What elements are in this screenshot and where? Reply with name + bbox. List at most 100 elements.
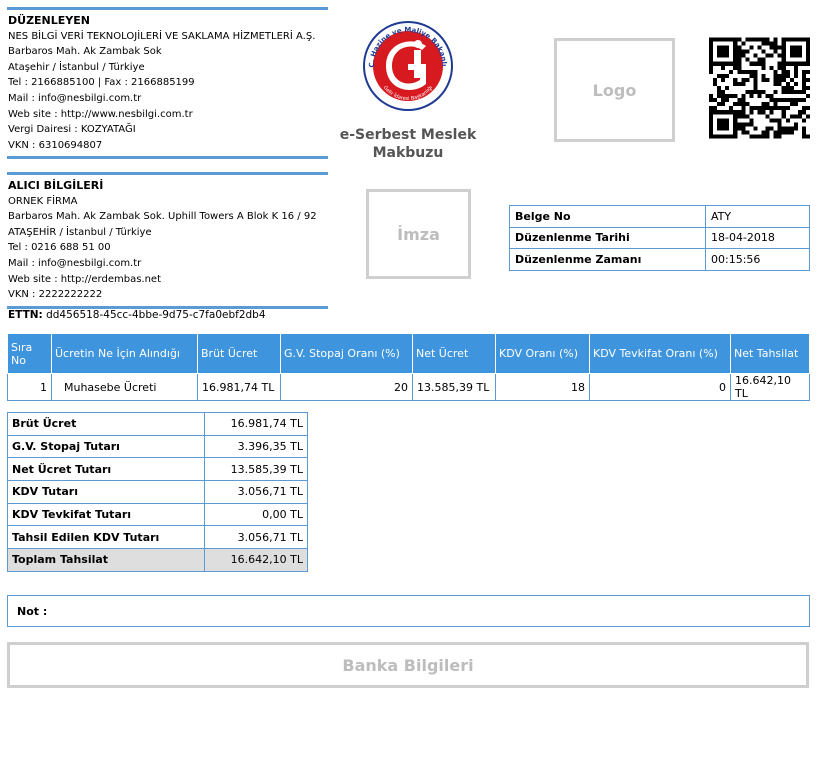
totals-value: 16.981,74 TL [204, 412, 308, 436]
totals-label: Tahsil Edilen KDV Tutarı [7, 525, 205, 550]
qr-module [721, 37, 726, 42]
meta-label: Düzenlenme Zamanı [509, 248, 706, 271]
qr-module [769, 98, 774, 103]
qr-module [801, 90, 806, 95]
qr-module [793, 102, 798, 107]
qr-module [733, 114, 738, 119]
seller-line: Web site : http://www.nesbilgi.com.tr [8, 108, 193, 120]
qr-module [749, 73, 754, 78]
qr-module [781, 57, 786, 62]
qr-module [773, 45, 778, 50]
seller-line: Barbaros Mah. Ak Zambak Sok [8, 46, 162, 58]
ettn-label: ETTN: [8, 309, 43, 321]
qr-module [805, 114, 810, 119]
qr-module [781, 126, 786, 131]
column-header: Net Tahsilat [730, 333, 810, 374]
qr-module [725, 134, 730, 139]
qr-module [721, 73, 726, 78]
qr-module [777, 134, 782, 139]
qr-module [761, 90, 766, 95]
buyer-line: Mail : info@nesbilgi.com.tr [8, 257, 142, 269]
qr-module [709, 41, 714, 46]
qr-module [785, 37, 790, 42]
qr-module [729, 37, 734, 42]
qr-module [773, 118, 778, 123]
totals-value: 0,00 TL [204, 502, 308, 527]
totals-table: Brüt Ücret 16.981,74 TL G.V. Stopaj Tuta… [7, 412, 308, 572]
qr-module [749, 37, 754, 42]
qr-module [709, 53, 714, 58]
qr-module [805, 37, 810, 42]
qr-module [785, 81, 790, 86]
table-row: KDV Tevkifat Tutarı 0,00 TL [7, 502, 308, 527]
qr-module [753, 53, 758, 58]
document-title-line: e-Serbest Meslek [339, 127, 477, 143]
qr-module [713, 81, 718, 86]
ettn-value: dd456518-45cc-4bbe-9d75-c7fa0ebf2db4 [46, 309, 266, 321]
qr-module [769, 110, 774, 115]
qr-module [765, 114, 770, 119]
qr-module [793, 90, 798, 95]
qr-module [741, 110, 746, 115]
totals-value: 3.396,35 TL [204, 434, 308, 459]
qr-module [753, 134, 758, 139]
qr-module [753, 61, 758, 66]
qr-module [801, 77, 806, 82]
qr-module [761, 130, 766, 135]
table-cell: 13.585,39 TL [412, 373, 496, 401]
qr-module [789, 126, 794, 131]
qr-module [717, 85, 722, 91]
qr-module [789, 45, 794, 50]
qr-module [733, 126, 738, 131]
table-cell: 20 [280, 373, 413, 401]
qr-module [709, 106, 714, 111]
qr-module [785, 90, 790, 95]
qr-module [725, 122, 730, 127]
qr-module [781, 65, 786, 70]
qr-module [733, 81, 738, 86]
qr-module [725, 37, 730, 42]
qr-module [769, 106, 774, 111]
signature-placeholder-label: İmza [397, 224, 440, 244]
qr-module [733, 122, 738, 127]
qr-module [781, 85, 786, 91]
qr-module [773, 49, 778, 54]
qr-module [765, 134, 770, 139]
qr-module [781, 49, 786, 54]
seller-line: Ataşehir / İstanbul / Türkiye [8, 61, 145, 73]
qr-module [725, 73, 730, 78]
meta-value: 00:15:56 [705, 248, 810, 271]
qr-module [729, 106, 734, 111]
qr-module [721, 65, 726, 70]
qr-module [765, 77, 770, 82]
qr-module [717, 118, 722, 123]
bank-info-label: Banka Bilgileri [342, 655, 474, 675]
qr-module [761, 110, 766, 115]
qr-module [781, 41, 786, 46]
qr-module [793, 114, 798, 119]
document-title-line: Makbuzu [372, 145, 444, 161]
totals-value: 3.056,71 TL [204, 480, 308, 504]
qr-module [777, 73, 782, 78]
qr-module [745, 69, 750, 74]
buyer-line: ORNEK FİRMA [8, 195, 78, 207]
column-header: Ücretin Ne İçin Alındığı [51, 333, 198, 374]
qr-module [797, 45, 802, 50]
qr-module [761, 102, 766, 107]
qr-module [773, 41, 778, 46]
qr-module [713, 61, 718, 66]
qr-module [745, 57, 750, 62]
qr-module [709, 110, 714, 115]
qr-module [741, 98, 746, 103]
qr-module [753, 73, 758, 78]
qr-module [765, 37, 770, 42]
qr-module [741, 122, 746, 127]
qr-module [773, 130, 778, 135]
qr-module [805, 134, 810, 139]
seller-line: Tel : 2166885100 | Fax : 2166885199 [8, 77, 195, 89]
qr-module [801, 106, 806, 111]
qr-module [737, 53, 742, 58]
qr-module [777, 81, 782, 86]
qr-module [765, 41, 770, 46]
buyer-line: ATAŞEHİR / İstanbul / Türkiye [8, 226, 152, 238]
